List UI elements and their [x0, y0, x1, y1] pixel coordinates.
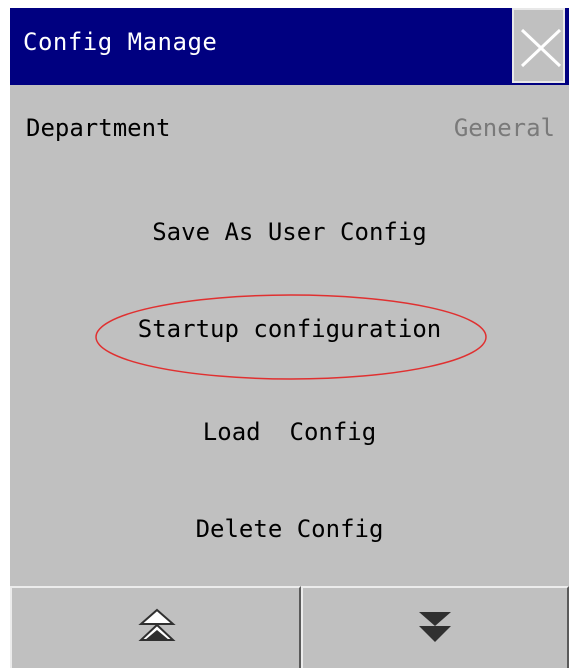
config-manage-dialog: Config Manage Department General Save As… — [10, 8, 569, 668]
department-label: Department — [26, 114, 171, 142]
bottom-nav — [10, 586, 569, 668]
double-chevron-up-icon — [138, 608, 176, 641]
load-config-button[interactable]: Load Config — [10, 418, 569, 446]
department-value[interactable]: General — [454, 114, 555, 142]
save-as-user-config-button[interactable]: Save As User Config — [10, 218, 569, 246]
page-down-button[interactable] — [301, 586, 569, 668]
double-chevron-down-icon — [419, 612, 451, 642]
delete-config-button[interactable]: Delete Config — [10, 515, 569, 543]
page-up-button[interactable] — [10, 586, 301, 668]
title-bar: Config Manage — [10, 8, 569, 85]
dialog-title: Config Manage — [23, 28, 218, 56]
close-icon — [520, 28, 562, 68]
close-button[interactable] — [512, 8, 565, 83]
startup-configuration-button[interactable]: Startup configuration — [10, 315, 569, 343]
